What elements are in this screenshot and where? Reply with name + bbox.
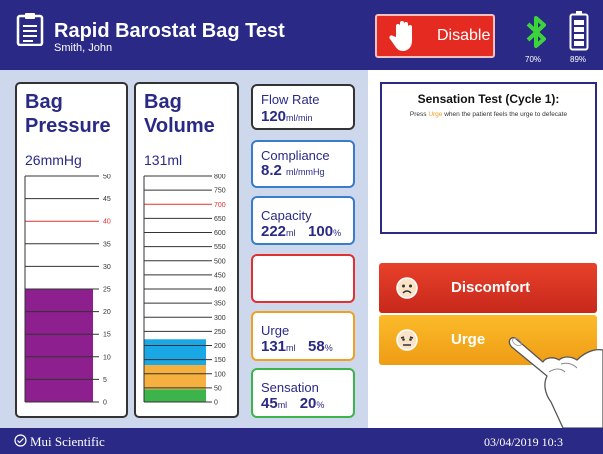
gauge-tick-label: 10 [103, 354, 111, 361]
pressure-value: 26mmHg [25, 152, 82, 168]
capacity-value: 222ml 100% [261, 223, 342, 240]
header-bar: Rapid Barostat Bag Test Smith, John Disa… [0, 0, 603, 70]
gauge-tick-label: 400 [214, 287, 226, 294]
gauge-tick-label: 5 [103, 377, 107, 384]
gauge-tick-label: 100 [214, 371, 226, 378]
capacity-box: Capacity 222ml 100% [251, 196, 355, 245]
gauge-tick-label: 700 [214, 202, 226, 209]
urge-value: 131ml 58% [261, 338, 333, 355]
disable-label: Disable [437, 27, 491, 44]
gauge-tick-label: 200 [214, 343, 226, 350]
gauge-tick-label: 15 [103, 332, 111, 339]
battery-icon [569, 11, 589, 51]
gauge-tick-label: 0 [214, 400, 218, 407]
volume-title-line1: Bag [144, 91, 182, 113]
discomfort-face-icon [396, 277, 418, 299]
flow-rate-box: Flow Rate 120ml/min [251, 84, 355, 130]
sensation-label: Sensation [261, 380, 319, 395]
pressure-gauge: 50454035302520151050 [24, 174, 111, 407]
sensation-test-instructions: Press Urge when the patient feels the ur… [409, 111, 568, 118]
pressure-title-line1: Bag [25, 91, 63, 113]
bag-volume-panel: Bag Volume 131ml 800 750 700 650 600 550 500 45… [134, 82, 239, 418]
gauge-tick-label: 650 [214, 216, 226, 223]
volume-value: 131ml [144, 152, 183, 168]
clipboard-icon [16, 13, 44, 46]
gauge-tick-label: 750 [214, 188, 226, 195]
bag-pressure-panel: Bag Pressure 26mmHg 50 45 40 35 30 25 20 15 10 5 0 [15, 82, 128, 418]
gauge-tick-label: 150 [214, 357, 226, 364]
compliance-value: 8.2 ml/mmHg [261, 162, 325, 179]
gauge-tick-label: 50 [103, 174, 111, 181]
pointing-finger-icon [508, 337, 603, 429]
gauge-tick-label: 300 [214, 315, 226, 322]
discomfort-box [251, 254, 355, 303]
gauge-tick-label: 45 [103, 196, 111, 203]
compliance-box: Compliance 8.2 ml/mmHg [251, 140, 355, 188]
footer-bar: Mui Scientific 03/04/2019 10:3 [0, 428, 603, 454]
date-time: 03/04/2019 10:3 [484, 435, 564, 449]
gauge-tick-label: 30 [103, 264, 111, 271]
sensation-box: Sensation 45ml 20% [251, 368, 355, 418]
compliance-label: Compliance [261, 148, 330, 163]
urge-label: Urge [261, 323, 290, 338]
volume-segment-1 [144, 364, 206, 390]
discomfort-label: Discomfort [451, 279, 531, 296]
sensation-value: 45ml 20% [261, 395, 325, 412]
urge-button-label: Urge [451, 331, 486, 348]
gauge-tick-label: 0 [103, 400, 107, 407]
gauge-tick-label: 40 [103, 219, 111, 226]
gauge-tick-label: 800 [214, 174, 226, 181]
gauge-tick-label: 450 [214, 272, 226, 279]
discomfort-button[interactable]: Discomfort [379, 263, 597, 313]
battery-percent: 89% [570, 55, 587, 64]
brand-logo-icon [14, 434, 27, 447]
pressure-fill [25, 289, 93, 402]
gauge-tick-label: 500 [214, 258, 226, 265]
gauge-tick-label: 50 [214, 385, 222, 392]
bluetooth-percent: 70% [525, 55, 542, 64]
pressure-title: Bag Pressure [25, 90, 111, 138]
volume-gauge: 8007507006506005505004504003503002502001… [143, 174, 226, 407]
gauge-tick-label: 25 [103, 287, 111, 294]
urge-face-icon [396, 329, 418, 351]
gauge-tick-label: 20 [103, 309, 111, 316]
gauge-tick-label: 350 [214, 301, 226, 308]
gauge-tick-label: 600 [214, 230, 226, 237]
sensation-test-title: Sensation Test (Cycle 1): [417, 92, 560, 106]
stop-hand-icon [389, 21, 412, 51]
urge-box: Urge 131ml 58% [251, 311, 355, 361]
gauge-tick-label: 35 [103, 241, 111, 248]
brand-name: Mui Scientific [30, 434, 105, 449]
volume-title-line2: Volume [144, 115, 215, 137]
gauge-tick-label: 550 [214, 244, 226, 251]
volume-segment-2 [144, 339, 206, 365]
volume-segment-0 [144, 389, 206, 402]
patient-name: Smith, John [54, 42, 113, 54]
capacity-label: Capacity [261, 208, 312, 223]
disable-button[interactable]: Disable [375, 14, 495, 58]
flow-rate-value: 120ml/min [261, 108, 313, 125]
volume-title: Bag Volume [144, 90, 215, 138]
flow-rate-label: Flow Rate [261, 92, 320, 107]
sensation-test-box: Sensation Test (Cycle 1): Press Urge whe… [380, 82, 597, 234]
gauge-tick-label: 250 [214, 329, 226, 336]
pressure-title-line2: Pressure [25, 115, 111, 137]
bluetooth-icon [526, 16, 546, 48]
app-title: Rapid Barostat Bag Test [54, 20, 285, 42]
